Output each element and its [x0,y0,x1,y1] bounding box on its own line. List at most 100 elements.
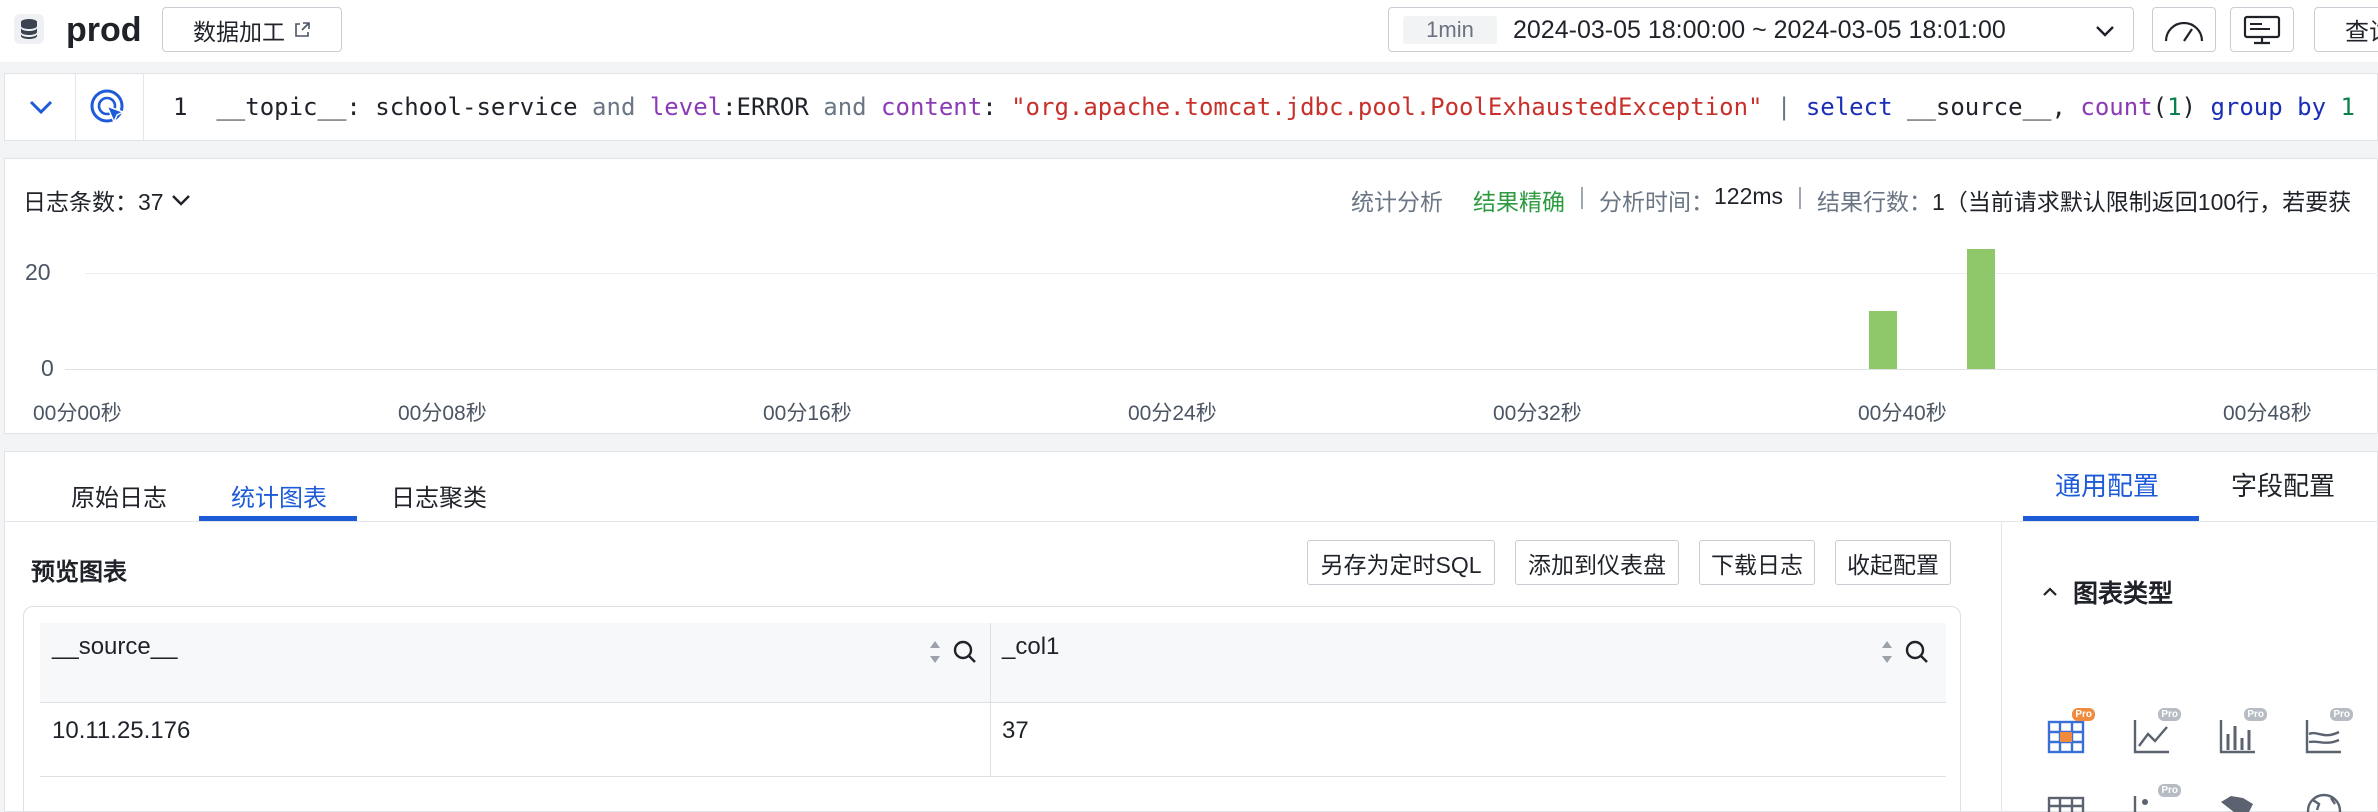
smart-query-icon[interactable] [87,86,131,130]
pro-badge: Pro [2072,708,2095,721]
query-token: count [2080,93,2153,121]
x-tick-label: 00分48秒 [2223,402,2312,425]
data-process-button[interactable]: 数据加工 [162,7,342,52]
query-token: group by [2210,93,2327,121]
china-map-icon[interactable] [2215,788,2261,812]
search-icon[interactable] [1904,639,1930,665]
table2-icon[interactable] [2043,788,2089,812]
time-quick-chip[interactable]: 1min [1403,16,1497,44]
x-tick-label: 00分40秒 [1858,402,1947,425]
histogram-panel: 日志条数：37 统计分析 结果精确 | 分析时间： 122ms | 结果行数： … [4,158,2378,434]
column-divider [990,623,991,777]
chevron-up-icon [2043,587,2057,596]
chart-preview-pane: 预览图表 另存为定时SQL 添加到仪表盘 下载日志 收起配置 __source_… [5,522,2001,812]
y-tick-label: 20 [25,259,51,285]
divider [143,74,144,140]
chevron-down-icon [171,195,190,206]
time-range-picker[interactable]: 1min 2024-03-05 18:00:00 ~ 2024-03-05 18… [1388,7,2134,52]
preview-title: 预览图表 [31,559,127,586]
line-number: 1 [173,93,188,121]
collapse-chevron-icon[interactable] [21,94,61,122]
query-token: select [1805,93,1893,121]
collapse-config-button[interactable]: 收起配置 [1835,540,1951,585]
grid-line [85,273,2378,274]
query-token: ( [2152,93,2168,121]
result-exact-label: 结果精确 [1473,189,1565,215]
query-token: level [649,93,723,121]
download-log-button[interactable]: 下载日志 [1699,540,1815,585]
result-table: __source__ _col1 10.11.25.176 37 [23,606,1961,812]
project-name: prod [66,11,142,49]
section-title: 图表类型 [2073,580,2174,608]
tab-field-config[interactable]: 字段配置 [2231,466,2335,503]
query-token: 1 [2167,93,2182,121]
chevron-down-icon[interactable] [2093,20,2117,42]
bar-chart-icon[interactable]: Pro [2215,708,2267,758]
column-header: __source__ [52,633,178,660]
sort-icon[interactable] [1880,639,1894,665]
add-to-dashboard-button[interactable]: 添加到仪表盘 [1515,540,1679,585]
separator: | [1579,183,1585,209]
chart-type-section-header[interactable]: 图表类型 [2041,574,2173,610]
scatter-icon[interactable]: Pro [2129,784,2181,812]
query-token: ) [2181,93,2211,121]
refresh-speed-button[interactable] [2152,7,2216,52]
result-rows-label: 结果行数： [1817,189,1933,215]
table-cell: 37 [1002,717,1029,744]
query-token: __topic__: school-service [216,93,593,121]
log-count-label: 日志条数：37 [23,189,164,215]
table-icon[interactable]: Pro [2043,708,2095,758]
tab-general-config[interactable]: 通用配置 [2055,466,2159,503]
analysis-time-value: 122ms [1713,183,1784,209]
line-chart-icon[interactable]: Pro [2129,708,2181,758]
active-tab-indicator [2023,516,2199,521]
tab-stat-chart[interactable]: 统计图表 [231,478,327,513]
query-editor[interactable]: 1 __topic__: school-service and level:ER… [173,92,2355,122]
x-tick-label: 00分08秒 [398,402,487,425]
divider [75,74,76,140]
tab-raw-logs[interactable]: 原始日志 [71,478,167,513]
histogram-bar[interactable] [1967,249,1996,369]
sort-icon[interactable] [928,639,942,665]
monitor-button[interactable] [2230,7,2294,52]
pro-badge: Pro [2244,708,2267,721]
pro-badge: Pro [2158,784,2181,797]
x-tick-label: 00分32秒 [1493,402,1582,425]
pane-divider [2001,522,2002,812]
results-panel: 原始日志 统计图表 日志聚类 预览图表 另存为定时SQL 添加到仪表盘 下载日志… [4,451,2378,812]
save-scheduled-sql-button[interactable]: 另存为定时SQL [1307,540,1495,585]
database-icon [14,14,44,44]
area-chart-icon[interactable]: Pro [2301,708,2353,758]
row-divider [40,776,1946,777]
query-token: __source__, [1892,93,2081,121]
query-text[interactable]: __topic__: school-service and level:ERRO… [216,93,2355,121]
query-token: and [592,93,650,121]
x-tick-label: 00分24秒 [1128,402,1217,425]
search-icon[interactable] [952,639,978,665]
column-header: _col1 [1002,633,1060,660]
monitor-icon [2243,15,2281,44]
x-tick-label: 00分00秒 [33,402,122,425]
tab-log-cluster[interactable]: 日志聚类 [391,478,487,513]
separator: | [1797,183,1804,209]
pro-badge: Pro [2330,708,2353,721]
table-header-cell [40,623,990,703]
table-cell: 10.11.25.176 [52,717,191,744]
stat-analysis-label: 统计分析 [1351,189,1443,215]
analysis-meta: 统计分析 结果精确 | 分析时间： 122ms | 结果行数： 1（当前请求默认… [1351,183,2351,217]
query-token: and [823,93,882,121]
query-token: content [881,93,983,121]
time-range-text: 2024-03-05 18:00:00 ~ 2024-03-05 18:01:0… [1513,16,2006,44]
query-token: :ERROR [722,93,824,121]
table-header-cell [990,623,1946,703]
analysis-time-label: 分析时间： [1598,189,1714,215]
world-map-icon[interactable] [2301,788,2347,812]
query-token: | [1762,93,1806,121]
query-button[interactable]: 查试 [2314,7,2378,52]
log-count-toggle[interactable]: 日志条数：37 [23,183,192,217]
query-token: : [982,93,1012,121]
histogram-bar[interactable] [1869,311,1897,369]
x-axis-line [65,369,2378,370]
query-token: "org.apache.tomcat.jdbc.pool.PoolExhaust… [1011,93,1763,121]
query-bar: 1 __topic__: school-service and level:ER… [4,73,2378,141]
